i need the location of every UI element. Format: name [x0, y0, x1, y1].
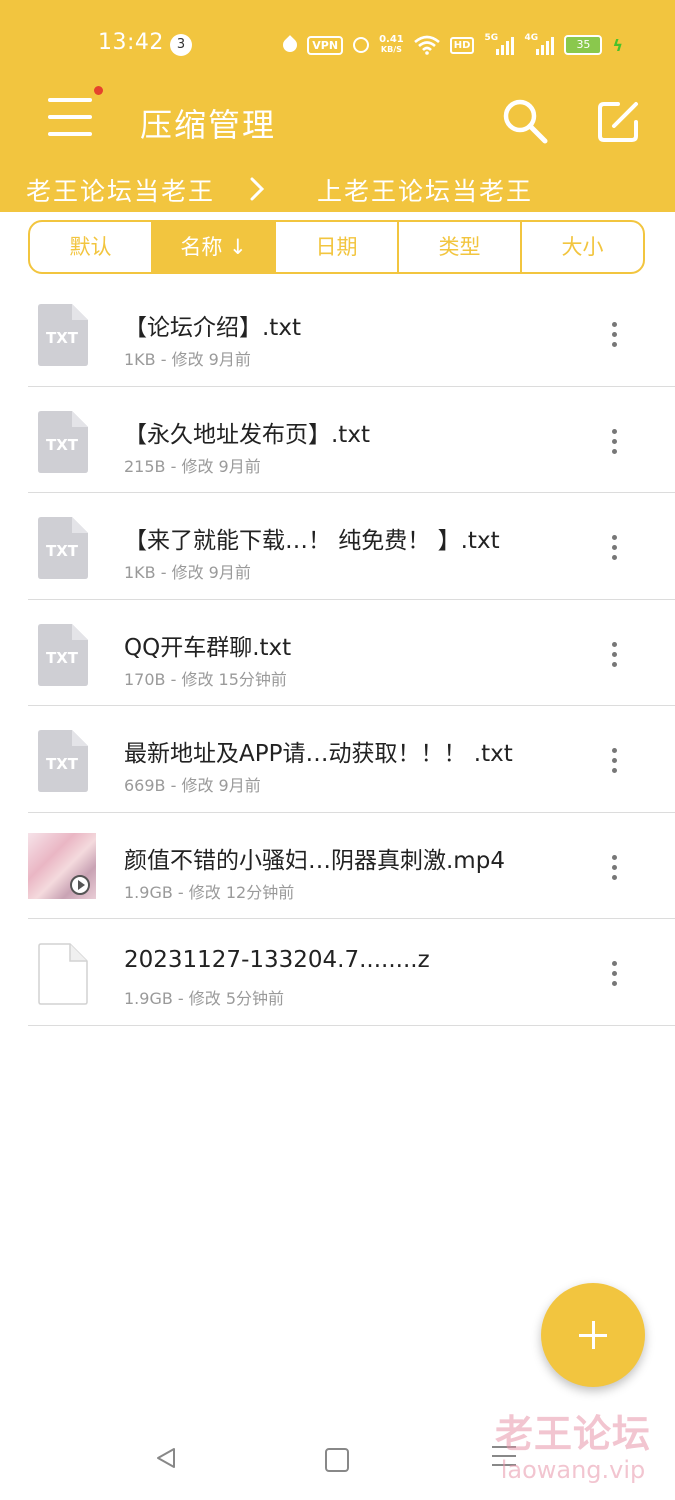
file-row[interactable]: TXT 【论坛介绍】.txt 1KB - 修改 9月前: [28, 280, 675, 387]
hd-icon: HD: [449, 36, 475, 54]
watermark-en: laowang.vip: [500, 1456, 646, 1484]
file-icon-label: TXT: [46, 649, 79, 667]
notification-count-badge: 3: [170, 34, 192, 56]
breadcrumb-item[interactable]: 老王论坛当老王: [26, 172, 215, 208]
more-options-icon[interactable]: [606, 641, 622, 672]
sort-tabs: 默认 名称 ↓ 日期 类型 大小: [28, 220, 645, 274]
watermark-cn: 老王论坛: [494, 1412, 651, 1456]
home-icon[interactable]: [325, 1448, 349, 1472]
search-icon[interactable]: [500, 96, 550, 146]
wifi-icon: [413, 35, 440, 55]
file-row[interactable]: 20231127-133204.7........z 1.9GB - 修改 5分…: [28, 919, 675, 1026]
charging-icon: ϟ: [612, 35, 623, 55]
breadcrumb-item-current[interactable]: 上老王论坛当老王: [317, 172, 533, 208]
file-row[interactable]: TXT 【来了就能下载…！ 纯免费！ 】.txt 1KB - 修改 9月前: [28, 493, 675, 600]
page-title: 压缩管理: [140, 106, 277, 144]
drop-icon: [280, 35, 301, 55]
more-options-icon[interactable]: [606, 322, 622, 352]
txt-file-icon: TXT: [38, 304, 88, 366]
video-thumbnail: [28, 832, 96, 899]
signal-4g-icon: 4G: [524, 33, 555, 55]
more-options-icon[interactable]: [606, 748, 622, 778]
file-row[interactable]: 颜值不错的小骚妇…阴器真刺激.mp4 1.9GB - 修改 12分钟前: [28, 813, 675, 919]
file-name: 【永久地址发布页】.txt: [124, 421, 370, 448]
more-options-icon[interactable]: [606, 961, 622, 991]
app-header: 13:42 3 VPN 0.41 KB/S HD 5G 4G 35 ϟ 压缩管理…: [0, 0, 675, 212]
file-meta: 1.9GB - 修改 5分钟前: [124, 989, 285, 1008]
battery-icon: 35: [564, 35, 603, 55]
file-icon-label: TXT: [46, 542, 79, 560]
edit-icon[interactable]: [596, 98, 642, 144]
alarm-icon: [353, 37, 370, 53]
file-name: 颜值不错的小骚妇…阴器真刺激.mp4: [124, 847, 505, 874]
file-name: 最新地址及APP请…动获取！！！ .txt: [124, 741, 513, 767]
txt-file-icon: TXT: [38, 410, 88, 473]
net-speed-unit: KB/S: [380, 45, 402, 54]
signal-5g-icon: 5G: [484, 33, 515, 55]
txt-file-icon: TXT: [38, 730, 88, 792]
file-row[interactable]: TXT 【永久地址发布页】.txt 215B - 修改 9月前: [28, 387, 675, 493]
more-options-icon[interactable]: [606, 428, 622, 459]
file-meta: 170B - 修改 15分钟前: [124, 669, 287, 689]
chevron-right-icon: [250, 177, 265, 201]
file-icon-label: TXT: [46, 436, 79, 454]
status-time: 13:42: [98, 30, 164, 55]
status-icons: VPN 0.41 KB/S HD 5G 4G 35 ϟ: [280, 32, 623, 58]
file-name: QQ开车群聊.txt: [124, 634, 292, 661]
sort-tab-name[interactable]: 名称 ↓: [153, 222, 276, 272]
menu-notification-dot: [94, 86, 103, 95]
net-speed-value: 0.41: [379, 34, 404, 45]
txt-file-icon: TXT: [38, 623, 88, 686]
file-meta: 215B - 修改 9月前: [124, 456, 261, 476]
menu-button[interactable]: [48, 86, 103, 138]
watermark: 老王论坛 laowang.vip: [488, 1412, 658, 1484]
sort-tab-default[interactable]: 默认: [30, 222, 153, 272]
more-options-icon[interactable]: [606, 535, 622, 565]
add-button[interactable]: [541, 1283, 645, 1387]
sort-tab-size[interactable]: 大小: [522, 222, 643, 272]
file-list: TXT 【论坛介绍】.txt 1KB - 修改 9月前 TXT 【永久地址发布页…: [28, 280, 675, 1026]
net-speed: 0.41 KB/S: [379, 35, 404, 55]
file-row[interactable]: TXT 最新地址及APP请…动获取！！！ .txt 669B - 修改 9月前: [28, 706, 675, 813]
file-row[interactable]: TXT QQ开车群聊.txt 170B - 修改 15分钟前: [28, 600, 675, 706]
generic-file-icon: [38, 943, 88, 1005]
file-icon-label: TXT: [46, 329, 79, 347]
file-meta: 1KB - 修改 9月前: [124, 563, 251, 582]
breadcrumb: 老王论坛当老王 上老王论坛当老王: [0, 172, 675, 208]
file-meta: 669B - 修改 9月前: [124, 776, 261, 795]
sort-tab-date[interactable]: 日期: [276, 222, 399, 272]
file-name: 【来了就能下载…！ 纯免费！ 】.txt: [124, 528, 500, 554]
sort-tab-type[interactable]: 类型: [399, 222, 522, 272]
vpn-icon: VPN: [307, 35, 344, 55]
file-meta: 1.9GB - 修改 12分钟前: [124, 882, 295, 902]
file-icon-label: TXT: [46, 755, 79, 773]
file-name: 【论坛介绍】.txt: [124, 315, 301, 341]
back-icon[interactable]: [154, 1446, 178, 1470]
play-icon: [70, 874, 90, 895]
txt-file-icon: TXT: [38, 517, 88, 579]
file-meta: 1KB - 修改 9月前: [124, 350, 251, 369]
file-name: 20231127-133204.7........z: [124, 947, 430, 973]
more-options-icon[interactable]: [606, 854, 622, 885]
